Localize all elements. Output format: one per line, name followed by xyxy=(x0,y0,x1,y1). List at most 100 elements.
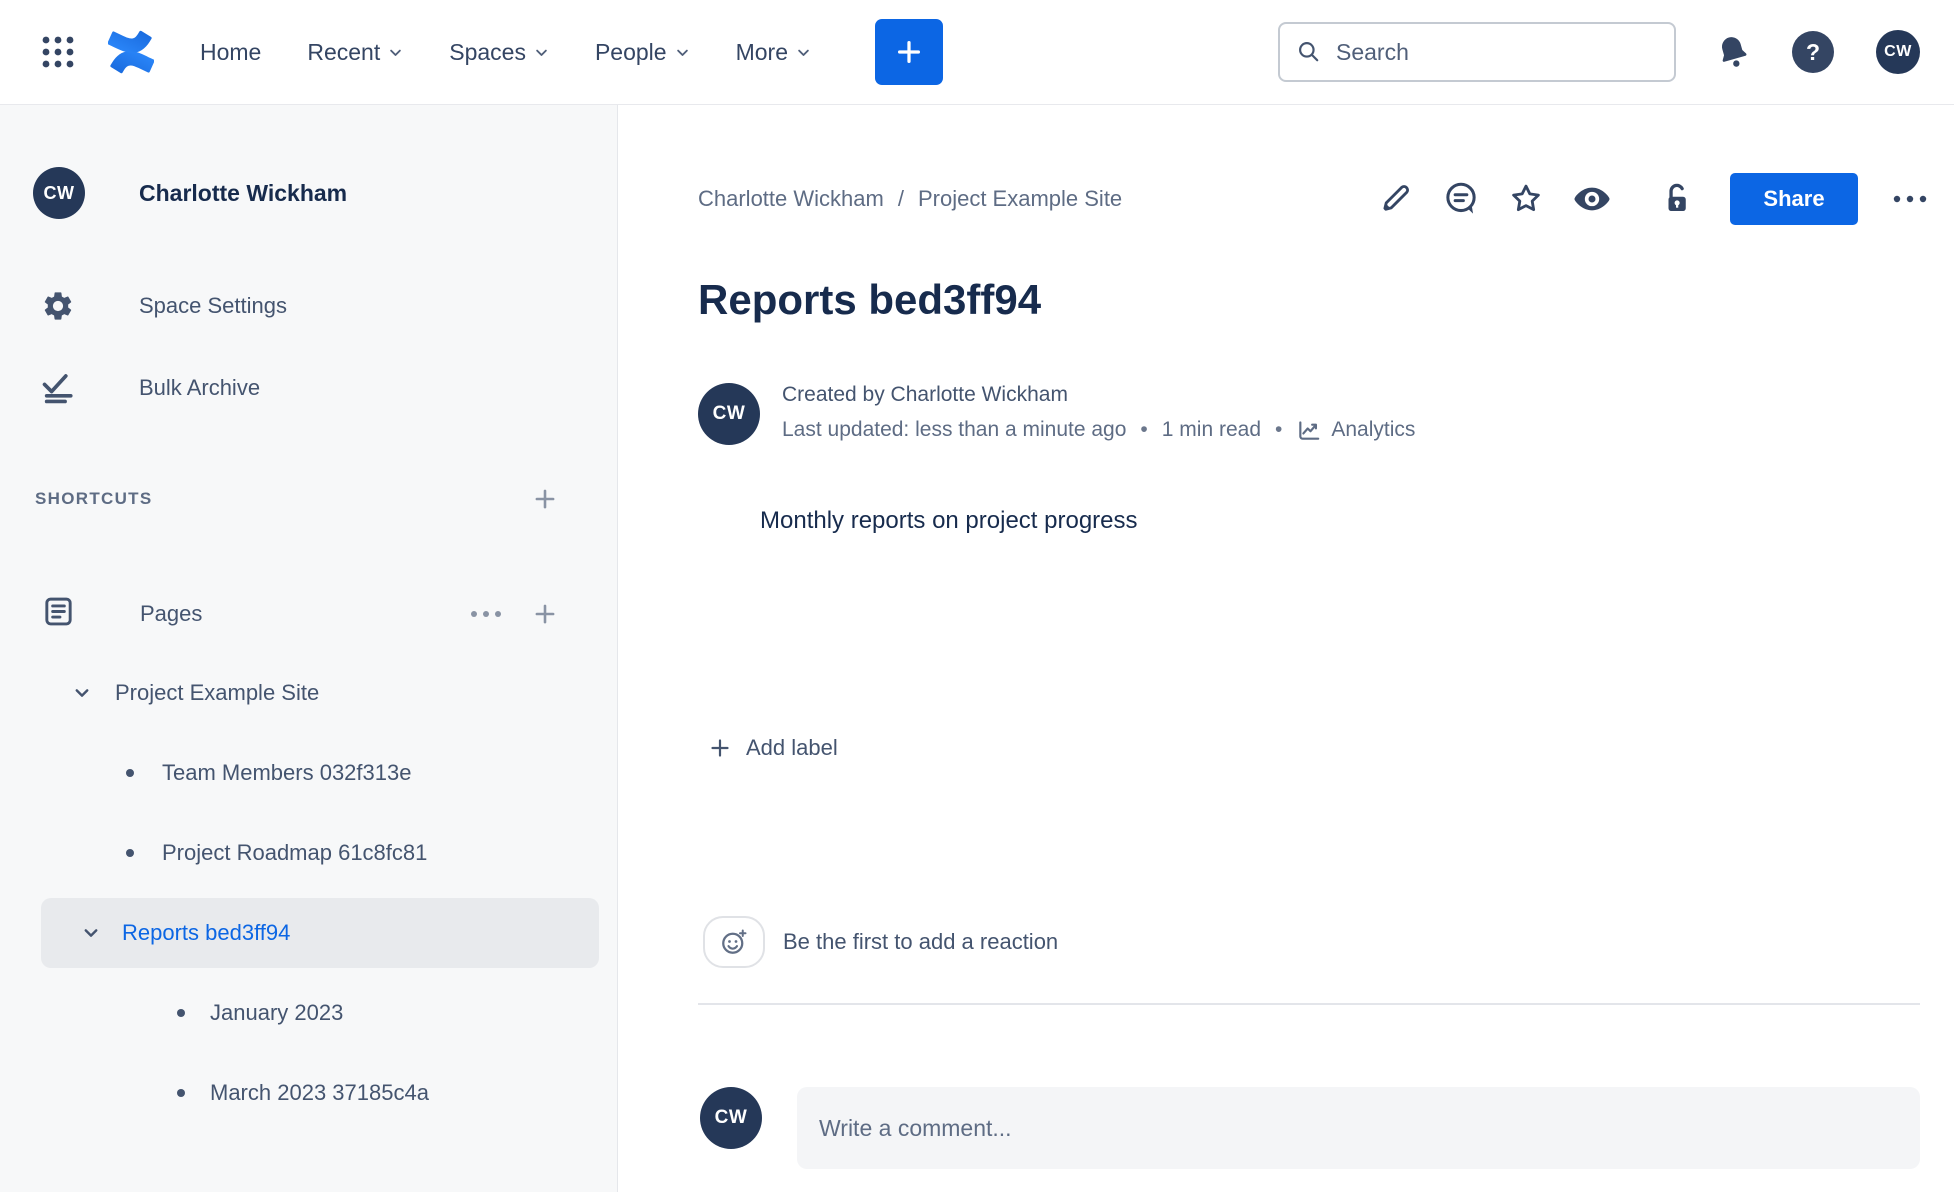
edit-icon xyxy=(1383,185,1409,211)
comment-composer: CW xyxy=(698,1087,1930,1169)
author-initials: CW xyxy=(712,403,746,424)
page-content: Charlotte Wickham / Project Example Site xyxy=(618,105,1954,1192)
created-by-text: Created by Charlotte Wickham xyxy=(782,383,1068,406)
commenter-avatar: CW xyxy=(700,1087,762,1149)
edit-button[interactable] xyxy=(1378,181,1414,217)
star-icon xyxy=(1512,184,1540,212)
nav-more-label: More xyxy=(735,38,788,65)
add-page-button[interactable] xyxy=(532,601,558,627)
page-more-button[interactable] xyxy=(1890,193,1930,205)
help-icon: ? xyxy=(1792,31,1834,73)
add-reaction-button[interactable] xyxy=(703,916,765,968)
chevron-down-icon xyxy=(75,689,89,697)
nav-recent[interactable]: Recent xyxy=(307,39,403,66)
last-updated-text[interactable]: Last updated: less than a minute ago xyxy=(782,418,1126,442)
search-input[interactable] xyxy=(1336,38,1660,66)
plus-icon xyxy=(897,41,920,63)
search-box[interactable] xyxy=(1278,22,1676,82)
nav-spaces-label: Spaces xyxy=(449,38,526,65)
tree-item-label: March 2023 37185c4a xyxy=(210,1080,429,1105)
space-sidebar: CW Charlotte Wickham Space Settings Bulk… xyxy=(0,105,618,1192)
pages-more-button[interactable] xyxy=(468,608,504,620)
plus-icon xyxy=(535,604,555,624)
sidebar-item-space-settings[interactable]: Space Settings xyxy=(0,289,617,323)
tree-item-label: Reports bed3ff94 xyxy=(122,920,291,945)
nav-more[interactable]: More xyxy=(736,39,811,66)
bullet-icon xyxy=(126,769,134,777)
space-name: Charlotte Wickham xyxy=(139,179,348,206)
user-avatar[interactable]: CW xyxy=(1876,30,1920,74)
space-header[interactable]: CW Charlotte Wickham xyxy=(0,167,617,219)
comment-icon xyxy=(1446,182,1476,214)
gear-icon xyxy=(44,292,72,320)
create-button[interactable] xyxy=(874,19,943,85)
favorite-button[interactable] xyxy=(1508,181,1544,217)
chevron-down-icon xyxy=(676,49,688,56)
comment-button[interactable] xyxy=(1442,180,1480,218)
bullet-icon xyxy=(177,1089,185,1097)
nav-people-label: People xyxy=(594,38,667,65)
page-tree: Project Example Site Team Members 032f31… xyxy=(0,653,617,1133)
tree-item-march-2023[interactable]: March 2023 37185c4a xyxy=(0,1053,617,1133)
tree-item-project-roadmap[interactable]: Project Roadmap 61c8fc81 xyxy=(0,813,617,893)
comment-input-box[interactable] xyxy=(797,1087,1920,1169)
space-avatar-initials: CW xyxy=(43,182,75,203)
plus-icon xyxy=(535,489,555,509)
analytics-label: Analytics xyxy=(1331,418,1416,441)
separator-dot: • xyxy=(1140,418,1148,441)
nav-recent-label: Recent xyxy=(307,38,381,65)
bell-icon xyxy=(1721,37,1747,67)
pages-section-header[interactable]: Pages xyxy=(0,596,617,632)
commenter-initials: CW xyxy=(714,1107,748,1128)
tree-item-reports-selected[interactable]: Reports bed3ff94 xyxy=(41,898,599,968)
help-button[interactable]: ? xyxy=(1792,31,1834,73)
pages-icon xyxy=(45,597,72,626)
tree-item-label: Project Example Site xyxy=(115,680,320,705)
bullet-icon xyxy=(126,849,134,857)
watch-button[interactable] xyxy=(1572,179,1612,219)
user-initials: CW xyxy=(1884,43,1912,60)
search-icon xyxy=(1299,42,1319,62)
app-switcher-button[interactable] xyxy=(40,34,76,70)
breadcrumb-space[interactable]: Charlotte Wickham xyxy=(698,186,884,212)
chevron-down-icon xyxy=(390,49,402,56)
page-title: Reports bed3ff94 xyxy=(698,276,1042,323)
comments-divider xyxy=(698,1003,1920,1005)
tree-item-team-members[interactable]: Team Members 032f313e xyxy=(0,733,617,813)
space-settings-label: Space Settings xyxy=(139,293,287,318)
nav-spaces[interactable]: Spaces xyxy=(449,39,549,66)
analytics-link[interactable]: Analytics xyxy=(1296,417,1415,443)
page-body-text: Monthly reports on project progress xyxy=(760,507,1138,534)
nav-home[interactable]: Home xyxy=(200,39,261,66)
breadcrumb-separator: / xyxy=(897,186,904,211)
bulk-archive-icon xyxy=(42,374,73,404)
confluence-logo xyxy=(108,30,154,74)
read-time-text: 1 min read xyxy=(1161,418,1261,441)
tree-item-project-example-site[interactable]: Project Example Site xyxy=(0,653,617,733)
add-label-button[interactable]: Add label xyxy=(698,735,1930,761)
notifications-button[interactable] xyxy=(1714,32,1752,72)
space-avatar: CW xyxy=(33,167,85,219)
add-shortcut-button[interactable] xyxy=(532,486,558,512)
reaction-prompt: Be the first to add a reaction xyxy=(783,929,1059,954)
tree-item-label: Project Roadmap 61c8fc81 xyxy=(162,840,428,865)
sidebar-item-bulk-archive[interactable]: Bulk Archive xyxy=(0,371,617,405)
breadcrumb-parent-page[interactable]: Project Example Site xyxy=(918,186,1122,212)
tree-item-label: January 2023 xyxy=(210,1000,344,1025)
restrictions-button[interactable] xyxy=(1658,181,1694,217)
comment-input[interactable] xyxy=(819,1114,1898,1142)
share-button[interactable]: Share xyxy=(1730,173,1858,225)
separator-dot: • xyxy=(1275,418,1283,441)
analytics-icon xyxy=(1299,421,1320,440)
ellipsis-icon xyxy=(471,611,501,617)
tree-item-january-2023[interactable]: January 2023 xyxy=(0,973,617,1053)
author-avatar[interactable]: CW xyxy=(698,383,760,445)
confluence-home-button[interactable] xyxy=(76,29,154,75)
nav-people[interactable]: People xyxy=(595,39,690,66)
more-icon xyxy=(1893,195,1927,203)
chevron-down-icon xyxy=(536,49,547,56)
unlock-icon xyxy=(1668,183,1686,211)
byline: CW Created by Charlotte Wickham Last upd… xyxy=(698,383,1930,445)
bulk-archive-label: Bulk Archive xyxy=(139,375,261,400)
help-glyph: ? xyxy=(1805,38,1821,65)
